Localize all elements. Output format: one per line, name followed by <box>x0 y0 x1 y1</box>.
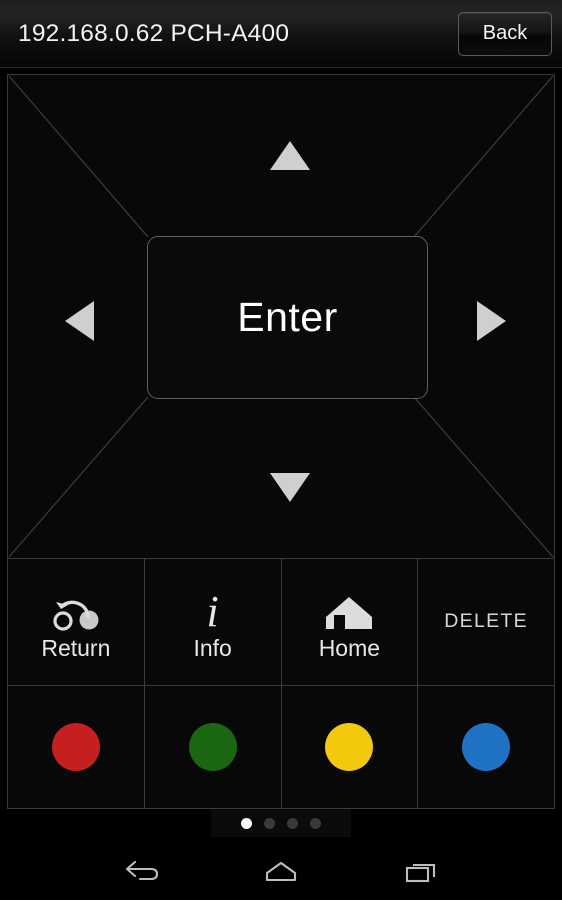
android-back-icon[interactable] <box>111 850 171 894</box>
android-nav-bar <box>0 844 562 900</box>
triangle-right-icon[interactable] <box>477 301 506 341</box>
yellow-button[interactable] <box>280 685 419 809</box>
green-button[interactable] <box>143 685 282 809</box>
green-circle-icon <box>188 723 237 771</box>
triangle-up-icon[interactable] <box>270 141 310 170</box>
enter-button[interactable]: Enter <box>147 236 428 399</box>
delete-button[interactable]: DELETE <box>417 558 555 686</box>
info-italic-i-icon: i <box>206 586 219 636</box>
home-button[interactable]: Home <box>280 558 419 686</box>
triangle-left-icon[interactable] <box>65 301 94 341</box>
function-key-row: Return i Info Home DELETE <box>7 558 555 686</box>
return-label: Return <box>41 634 111 661</box>
dpad-panel[interactable]: Enter <box>7 74 555 559</box>
yellow-circle-icon <box>325 723 374 771</box>
red-circle-icon <box>51 723 100 771</box>
color-key-row <box>7 685 555 809</box>
page-indicator[interactable] <box>7 809 555 837</box>
return-button[interactable]: Return <box>7 558 145 686</box>
return-arrow-icon <box>50 585 102 633</box>
blue-circle-icon <box>462 723 511 771</box>
red-button[interactable] <box>7 685 145 809</box>
blue-button[interactable] <box>417 685 555 809</box>
delete-label: DELETE <box>444 610 528 633</box>
page-dot-4[interactable] <box>310 817 321 829</box>
page-dot-3[interactable] <box>287 817 298 829</box>
enter-label: Enter <box>237 294 338 340</box>
android-home-icon[interactable] <box>251 850 311 894</box>
page-indicator-strip <box>211 809 351 837</box>
android-recents-icon[interactable] <box>391 850 451 894</box>
triangle-down-icon[interactable] <box>270 473 310 502</box>
home-label: Home <box>318 634 381 661</box>
info-label: Info <box>193 634 232 661</box>
info-button[interactable]: i Info <box>143 558 282 686</box>
back-button[interactable]: Back <box>458 11 552 56</box>
page-dot-1[interactable] <box>241 817 252 829</box>
title-bar: 192.168.0.62 PCH-A400 Back <box>0 0 562 68</box>
remote-control-app: 192.168.0.62 PCH-A400 Back Enter Return … <box>0 0 562 900</box>
home-house-icon <box>323 585 375 633</box>
page-dot-2[interactable] <box>264 817 275 829</box>
remote-surface: Enter Return i Info Home DELETE <box>0 68 562 844</box>
page-title: 192.168.0.62 PCH-A400 <box>18 19 290 47</box>
